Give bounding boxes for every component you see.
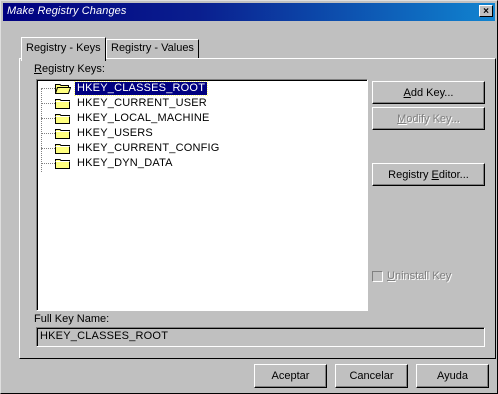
tree-item-hkey-current-user[interactable]: HKEY_CURRENT_USER	[37, 97, 337, 110]
help-button[interactable]: Ayuda	[416, 364, 489, 388]
tab-registry-keys[interactable]: Registry - Keys	[21, 37, 106, 61]
title-bar[interactable]: Make Registry Changes ×	[3, 3, 495, 21]
full-key-name-label: Full Key Name:	[34, 313, 110, 325]
tree-item-hkey-local-machine[interactable]: HKEY_LOCAL_MACHINE	[37, 112, 337, 125]
full-key-name-field[interactable]: HKEY_CLASSES_ROOT	[36, 327, 485, 347]
tab-registry-values-label: Registry - Values	[111, 42, 194, 54]
dialog-window: Make Registry Changes × Registry - Keys …	[0, 0, 498, 394]
tree-item-hkey-dyn-data[interactable]: HKEY_DYN_DATA	[37, 157, 337, 170]
registry-editor-button[interactable]: Registry Editor...	[372, 163, 485, 186]
tree-item-label: HKEY_DYN_DATA	[77, 157, 173, 169]
registry-keys-label: Registry Keys:	[34, 63, 105, 75]
close-icon: ×	[483, 6, 489, 17]
registry-keys-tree[interactable]: HKEY_CLASSES_ROOT HKEY_CURRENT_USER HKEY…	[36, 79, 368, 311]
folder-icon	[55, 114, 70, 124]
folder-icon	[55, 144, 70, 154]
tab-registry-keys-label: Registry - Keys	[26, 42, 101, 54]
close-button[interactable]: ×	[479, 5, 493, 17]
window-title: Make Registry Changes	[7, 5, 127, 17]
tree-item-label: HKEY_CURRENT_CONFIG	[77, 142, 220, 154]
ok-button[interactable]: Aceptar	[254, 364, 327, 388]
tree-item-hkey-current-config[interactable]: HKEY_CURRENT_CONFIG	[37, 142, 337, 155]
modify-key-button[interactable]: Modify Key...	[372, 107, 485, 130]
add-key-button[interactable]: Add Key...	[372, 81, 485, 104]
tree-item-label: HKEY_CURRENT_USER	[77, 97, 207, 109]
tree-item-label: HKEY_LOCAL_MACHINE	[77, 112, 210, 124]
folder-icon	[55, 159, 70, 169]
checkbox-box[interactable]	[372, 271, 383, 282]
cancel-button[interactable]: Cancelar	[335, 364, 408, 388]
folder-icon	[55, 129, 70, 139]
tree-item-hkey-classes-root[interactable]: HKEY_CLASSES_ROOT	[37, 81, 337, 96]
tab-registry-values[interactable]: Registry - Values	[106, 39, 199, 59]
folder-open-icon	[55, 84, 71, 94]
tree-item-label: HKEY_USERS	[77, 127, 153, 139]
tree-item-label: HKEY_CLASSES_ROOT	[73, 81, 209, 96]
tab-panel-registry-keys: Registry Keys: HKEY_CLASSES_ROOT HKEY_CU…	[19, 58, 496, 359]
folder-icon	[55, 99, 70, 109]
tree-item-hkey-users[interactable]: HKEY_USERS	[37, 127, 337, 140]
uninstall-key-label: Uninstall Key	[387, 270, 452, 282]
